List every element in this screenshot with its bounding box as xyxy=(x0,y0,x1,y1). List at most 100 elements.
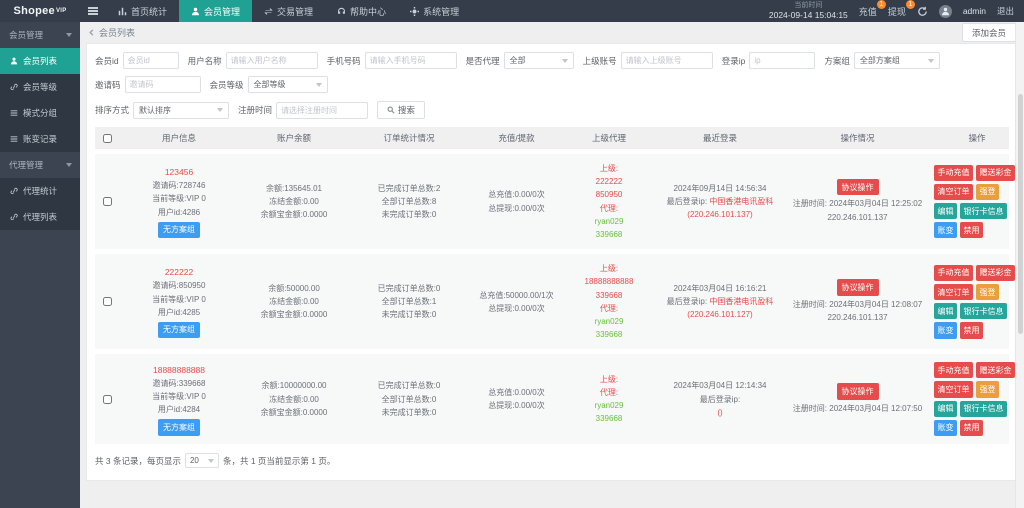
withdraw-link[interactable]: 提现 1 xyxy=(888,0,915,18)
filter-row-1: 会员id 用户名称 手机号码 是否代理 全部 xyxy=(87,44,1017,95)
action-disable-button[interactable]: 禁用 xyxy=(960,419,983,436)
action-manual-recharge-button[interactable]: 手动充值 xyxy=(934,362,973,379)
action-clear-orders-button[interactable]: 清空订单 xyxy=(934,381,973,398)
username-input[interactable] xyxy=(225,52,318,69)
action-manual-recharge-button[interactable]: 手动充值 xyxy=(934,264,973,281)
action-force-login-button[interactable]: 强登 xyxy=(976,284,999,301)
logout-link[interactable]: 退出 xyxy=(997,5,1014,17)
header-actions: 操作 xyxy=(968,133,986,143)
action-force-login-button[interactable]: 强登 xyxy=(976,381,999,398)
sup-account[interactable]: 18888888888 xyxy=(567,275,651,288)
orders-unfinished: 未完成订单数:0 xyxy=(381,407,437,417)
topbar-right: 当前时间 2024-09-14 15:04:15 充值 1 提现 1 admin… xyxy=(769,0,1024,22)
avatar[interactable] xyxy=(938,4,952,18)
action-edit-button[interactable]: 编辑 xyxy=(934,203,957,220)
action-manual-recharge-button[interactable]: 手动充值 xyxy=(934,164,973,181)
per-page-select[interactable]: 20 xyxy=(184,453,219,468)
scrollbar[interactable] xyxy=(1015,22,1024,508)
sidebar-item-agent-stats[interactable]: 代理统计 xyxy=(0,178,80,204)
plan-group-select[interactable]: 全部方案组 xyxy=(853,52,940,69)
action-clear-orders-button[interactable]: 清空订单 xyxy=(934,284,973,301)
nav-trade-manage[interactable]: 交易管理 xyxy=(252,0,325,22)
sidebar-item-member-list[interactable]: 会员列表 xyxy=(0,48,80,74)
plan-group-badge[interactable]: 无方案组 xyxy=(158,321,200,339)
total-withdraw: 总提现:0.00/0次 xyxy=(488,303,545,313)
sidebar-item-account-records[interactable]: 账变记录 xyxy=(0,126,80,152)
balance-total: 余额:10000000.00 xyxy=(261,381,327,391)
sidebar-item-mode-group[interactable]: 模式分组 xyxy=(0,100,80,126)
last-login-cell: 2024年03月04日 16:16:21 最后登录ip: 中国香港电讯盈科 (2… xyxy=(654,282,786,322)
time-value: 2024-09-14 15:04:15 xyxy=(768,10,848,21)
nav-system-manage[interactable]: 系统管理 xyxy=(398,0,471,22)
recharge-withdraw-cell: 总充值:0.00/0次 总提现:0.00/0次 xyxy=(469,386,564,412)
login-ip-input[interactable] xyxy=(749,52,816,69)
header-order-stats: 订单统计情况 xyxy=(383,133,435,143)
table-row: 222222 邀请码:850950 当前等级:VIP 0 用户id:4285 无… xyxy=(95,254,1015,350)
account-link[interactable]: 18888888888 xyxy=(153,363,205,377)
member-level: 当前等级:VIP 0 xyxy=(152,194,206,204)
action-gift-bonus-button[interactable]: 赠送彩金 xyxy=(976,264,1015,281)
header-balance: 账户余额 xyxy=(276,133,311,143)
search-button[interactable]: 搜索 xyxy=(377,101,426,119)
sidebar-item-member-level[interactable]: 会员等级 xyxy=(0,74,80,100)
agent-name[interactable]: ryan029 xyxy=(567,399,651,412)
login-time: 2024年09月14日 14:56:34 xyxy=(673,183,767,193)
sidebar-group-agent[interactable]: 代理管理 xyxy=(0,152,80,178)
account-link[interactable]: 222222 xyxy=(165,265,193,279)
is-agent-select[interactable]: 全部 xyxy=(503,52,574,69)
scrollbar-thumb[interactable] xyxy=(1017,94,1023,334)
row-checkbox[interactable] xyxy=(102,197,112,207)
action-clear-orders-button[interactable]: 清空订单 xyxy=(934,183,973,201)
operation-badge[interactable]: 协议操作 xyxy=(836,279,879,296)
recharge-link[interactable]: 充值 1 xyxy=(859,0,886,18)
nav-member-manage[interactable]: 会员管理 xyxy=(179,0,253,22)
invite-code-input[interactable] xyxy=(124,76,201,93)
action-disable-button[interactable]: 禁用 xyxy=(960,222,983,239)
sidebar-item-agent-list[interactable]: 代理列表 xyxy=(0,204,80,230)
row-checkbox[interactable] xyxy=(102,394,112,404)
add-member-button[interactable]: 添加会员 xyxy=(961,23,1016,42)
sort-select[interactable]: 默认排序 xyxy=(133,101,230,119)
parent-account-input[interactable] xyxy=(620,52,713,69)
last-login-cell: 2024年09月14日 14:56:34 最后登录ip: 中国香港电讯盈科 (2… xyxy=(654,182,786,222)
field-label: 邀请码 xyxy=(95,79,121,90)
action-bank-card-info-button[interactable]: 银行卡信息 xyxy=(960,303,1007,320)
sup-account[interactable]: 222222 xyxy=(567,175,651,188)
member-id-input[interactable] xyxy=(122,52,179,69)
row-checkbox[interactable] xyxy=(102,297,112,307)
action-account-change-button[interactable]: 账变 xyxy=(934,322,957,339)
app-logo: Shopee VIP xyxy=(0,0,80,22)
sidebar-group-member[interactable]: 会员管理 xyxy=(0,22,80,48)
chevron-left-icon[interactable] xyxy=(88,29,95,36)
agent-name[interactable]: ryan029 xyxy=(567,215,651,228)
nav-help-center[interactable]: 帮助中心 xyxy=(325,0,398,22)
refresh-icon[interactable] xyxy=(917,6,928,17)
filter-is-agent: 是否代理 全部 xyxy=(466,52,574,69)
nav-label: 会员管理 xyxy=(204,6,241,17)
action-gift-bonus-button[interactable]: 赠送彩金 xyxy=(976,362,1015,379)
action-edit-button[interactable]: 编辑 xyxy=(934,303,957,320)
action-gift-bonus-button[interactable]: 赠送彩金 xyxy=(976,164,1015,181)
select-all-checkbox[interactable] xyxy=(102,133,112,143)
action-account-change-button[interactable]: 账变 xyxy=(934,419,957,436)
action-edit-button[interactable]: 编辑 xyxy=(934,400,957,417)
nav-home-stats[interactable]: 首页统计 xyxy=(106,0,179,22)
action-bank-card-info-button[interactable]: 银行卡信息 xyxy=(960,400,1007,417)
action-account-change-button[interactable]: 账变 xyxy=(934,222,957,239)
action-bank-card-info-button[interactable]: 银行卡信息 xyxy=(960,203,1007,220)
operation-badge[interactable]: 协议操作 xyxy=(836,179,879,196)
menu-toggle-icon[interactable] xyxy=(80,0,106,22)
sidebar-item-label: 模式分组 xyxy=(23,108,58,118)
operation-badge[interactable]: 协议操作 xyxy=(836,383,879,400)
account-link[interactable]: 123456 xyxy=(165,165,193,179)
plan-group-badge[interactable]: 无方案组 xyxy=(158,221,200,239)
phone-input[interactable] xyxy=(364,52,457,69)
field-label: 会员等级 xyxy=(209,79,244,90)
member-level-select[interactable]: 全部等级 xyxy=(247,76,328,93)
agent-name[interactable]: ryan029 xyxy=(567,315,651,328)
balance-frozen: 冻结金额:0.00 xyxy=(269,394,319,404)
action-force-login-button[interactable]: 强登 xyxy=(976,183,999,201)
reg-time-input[interactable] xyxy=(276,101,369,119)
action-disable-button[interactable]: 禁用 xyxy=(960,322,983,339)
plan-group-badge[interactable]: 无方案组 xyxy=(158,419,200,436)
